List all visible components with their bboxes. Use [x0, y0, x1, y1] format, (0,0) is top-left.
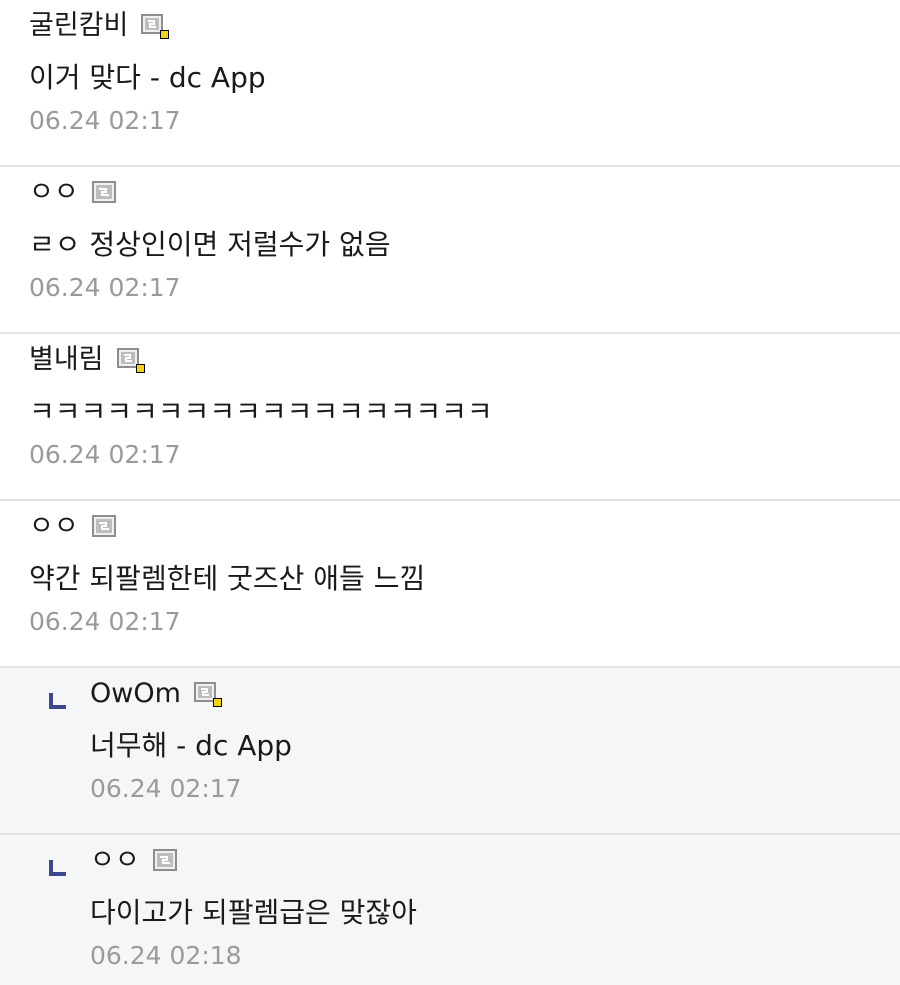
comment-item: ㅇㅇ 약간 되팔렘한테 굿즈산 애들 느낌 06.24 02:17 [0, 501, 900, 668]
comment-author-row: 굴린캄비 [29, 4, 170, 48]
gallog-fixed-icon[interactable] [193, 680, 223, 708]
gallog-fixed-icon[interactable] [116, 346, 146, 374]
comment-author-row: ㅇㅇ [29, 171, 121, 215]
comment-nick[interactable]: OwOm [90, 672, 181, 716]
comment-list: 굴린캄비 이거 맞다 - dc App 06.24 02:17 ㅇㅇ ㄹㅇ 정상… [0, 0, 900, 985]
comment-author-row: ㅇㅇ [29, 505, 121, 549]
gallog-icon[interactable] [91, 179, 121, 207]
comment-date: 06.24 02:17 [90, 774, 242, 803]
comment-nick[interactable]: ㅇㅇ [29, 171, 79, 215]
comment-author-row: ㅇㅇ [90, 839, 182, 883]
comment-date: 06.24 02:17 [29, 106, 181, 135]
gallog-fixed-icon[interactable] [140, 12, 170, 40]
comment-date: 06.24 02:18 [90, 941, 242, 970]
comment-nick[interactable]: ㅇㅇ [90, 839, 140, 883]
comment-item: 굴린캄비 이거 맞다 - dc App 06.24 02:17 [0, 0, 900, 167]
comment-body: 이거 맞다 - dc App [29, 61, 266, 94]
comment-date: 06.24 02:17 [29, 440, 181, 469]
comment-date: 06.24 02:17 [29, 607, 181, 636]
comment-date: 06.24 02:17 [29, 273, 181, 302]
comment-nick[interactable]: 굴린캄비 [29, 4, 128, 48]
gallog-icon[interactable] [91, 513, 121, 541]
comment-body: 다이고가 되팔렘급은 맞잖아 [90, 896, 417, 929]
comment-body: 너무해 - dc App [90, 729, 292, 762]
comment-body: 약간 되팔렘한테 굿즈산 애들 느낌 [29, 562, 426, 595]
comment-body: ㄹㅇ 정상인이면 저럴수가 없음 [29, 228, 391, 261]
comment-nick[interactable]: 별내림 [29, 338, 104, 382]
reply-item: ㅇㅇ 다이고가 되팔렘급은 맞잖아 06.24 02:18 [0, 835, 900, 985]
comment-item: 별내림 ㅋㅋㅋㅋㅋㅋㅋㅋㅋㅋㅋㅋㅋㅋㅋㅋㅋㅋ 06.24 02:17 [0, 334, 900, 501]
comment-author-row: 별내림 [29, 338, 146, 382]
comment-item: ㅇㅇ ㄹㅇ 정상인이면 저럴수가 없음 06.24 02:17 [0, 167, 900, 334]
reply-arrow-icon [49, 860, 66, 876]
gallog-icon[interactable] [152, 847, 182, 875]
comment-body: ㅋㅋㅋㅋㅋㅋㅋㅋㅋㅋㅋㅋㅋㅋㅋㅋㅋㅋ [29, 395, 493, 428]
comment-author-row: OwOm [90, 672, 223, 716]
reply-item: OwOm 너무해 - dc App 06.24 02:17 [0, 668, 900, 835]
reply-arrow-icon [49, 693, 66, 709]
comment-nick[interactable]: ㅇㅇ [29, 505, 79, 549]
